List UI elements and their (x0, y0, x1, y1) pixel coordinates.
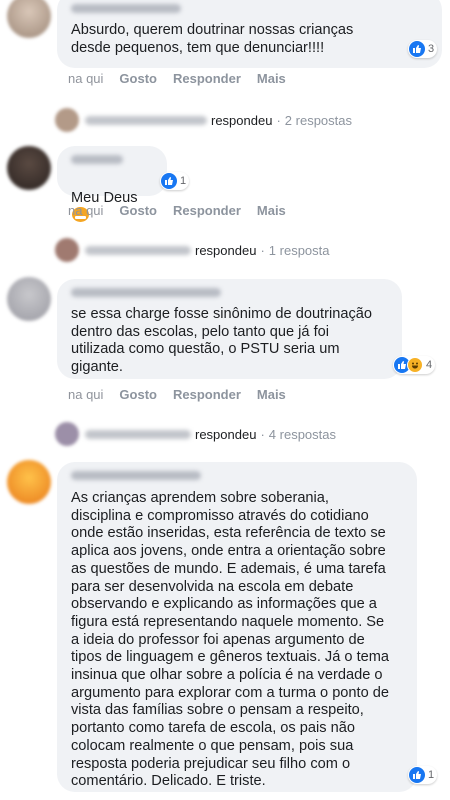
avatar[interactable] (7, 146, 51, 190)
like-button[interactable]: Gosto (119, 203, 157, 218)
more-button[interactable]: Mais (257, 203, 286, 218)
comment-bubble: As crianças aprendem sobre soberania, di… (57, 462, 417, 792)
comment-bubble: Absurdo, querem doutrinar nossas criança… (57, 0, 442, 68)
reaction-summary[interactable]: 3 (408, 40, 438, 58)
like-button[interactable]: Gosto (119, 387, 157, 402)
comment-actions: na qui Gosto Responder Mais (68, 203, 302, 218)
replier-name-blurred (85, 245, 191, 255)
reaction-summary[interactable]: 4 (393, 356, 436, 374)
haha-icon (407, 357, 423, 373)
author-name-blurred[interactable] (71, 471, 201, 480)
comment-bubble: Meu Deus (57, 146, 167, 223)
avatar (55, 238, 79, 262)
avatar[interactable] (7, 277, 51, 321)
more-button[interactable]: Mais (257, 71, 286, 86)
comment-text: As crianças aprendem sobre soberania, di… (71, 490, 390, 790)
like-icon (409, 767, 425, 783)
like-icon (161, 173, 177, 189)
avatar (55, 108, 79, 132)
comment-actions: na qui Gosto Responder Mais (68, 71, 302, 86)
view-replies-link[interactable]: respondeu · 1 resposta (55, 238, 330, 262)
timestamp[interactable]: na qui (68, 203, 103, 218)
more-button[interactable]: Mais (257, 387, 286, 402)
avatar (55, 422, 79, 446)
author-name-blurred[interactable] (71, 288, 221, 297)
comment-text: Absurdo, querem doutrinar nossas criança… (71, 22, 354, 56)
reply-button[interactable]: Responder (173, 203, 241, 218)
replier-name-blurred (85, 429, 191, 439)
reply-button[interactable]: Responder (173, 387, 241, 402)
view-replies-link[interactable]: respondeu · 2 respostas (55, 108, 352, 132)
replier-name-blurred (85, 115, 207, 125)
like-icon (409, 41, 425, 57)
like-button[interactable]: Gosto (119, 71, 157, 86)
comment-bubble: se essa charge fosse sinônimo de doutrin… (57, 279, 402, 379)
timestamp[interactable]: na qui (68, 71, 103, 86)
author-name-blurred[interactable] (71, 4, 181, 13)
avatar[interactable] (7, 460, 51, 504)
reply-button[interactable]: Responder (173, 71, 241, 86)
author-name-blurred[interactable] (71, 155, 123, 164)
comment-text: se essa charge fosse sinônimo de doutrin… (71, 306, 372, 376)
reaction-summary[interactable]: 1 (408, 766, 438, 784)
reaction-summary[interactable]: 1 (160, 172, 190, 190)
view-replies-link[interactable]: respondeu · 4 respostas (55, 422, 336, 446)
avatar[interactable] (7, 0, 51, 38)
comment-actions: na qui Gosto Responder Mais (68, 387, 302, 402)
timestamp[interactable]: na qui (68, 387, 103, 402)
